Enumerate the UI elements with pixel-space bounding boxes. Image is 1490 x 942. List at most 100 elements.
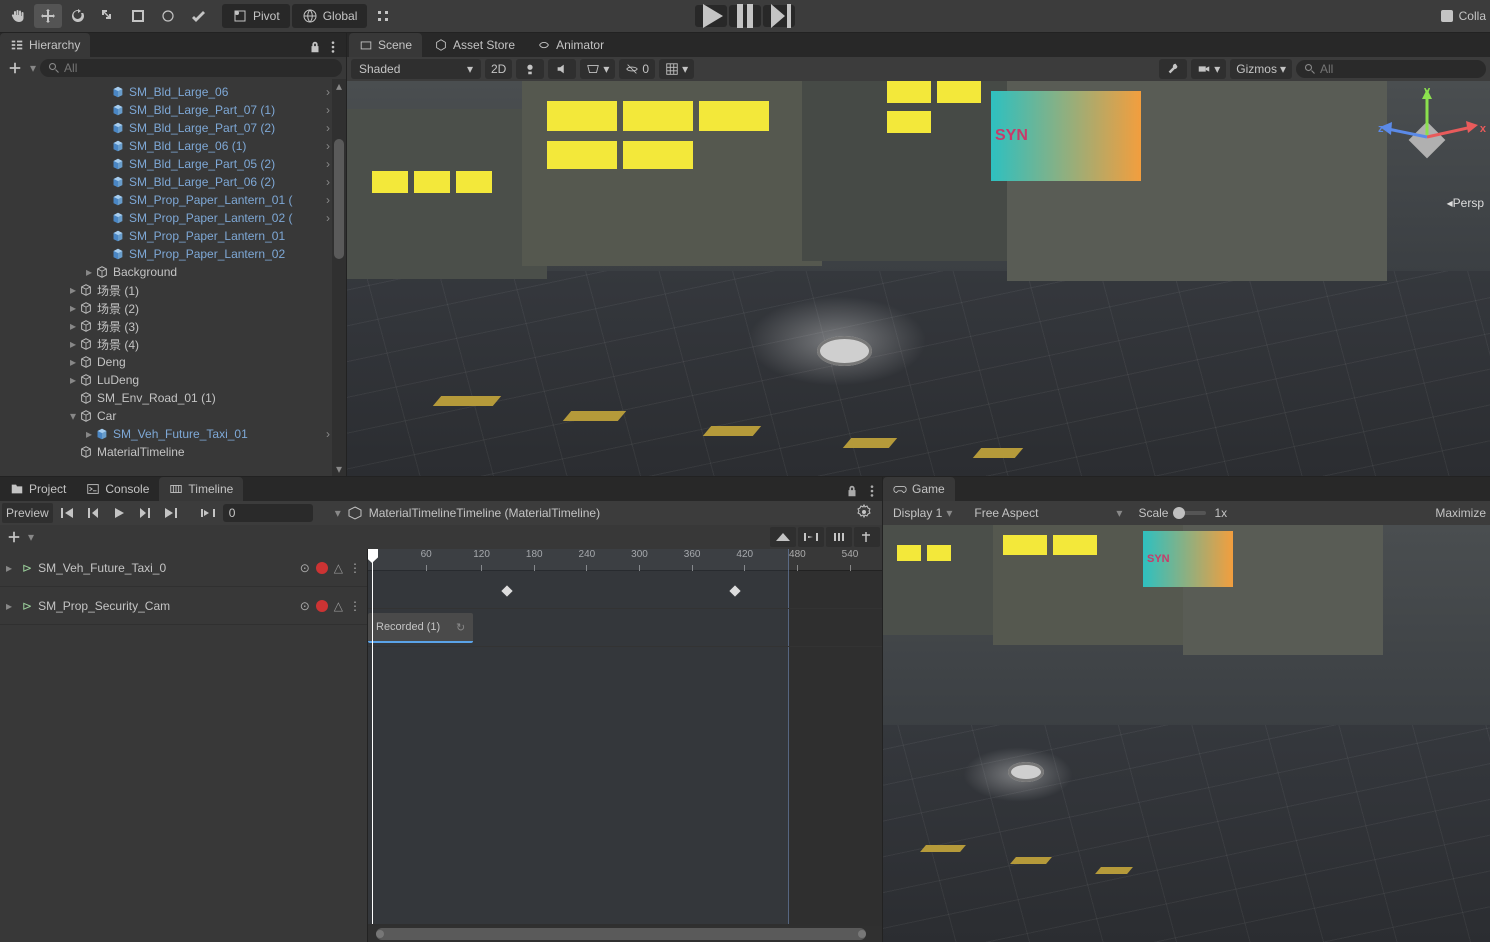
hierarchy-lock-icon[interactable] bbox=[308, 40, 322, 57]
timeline-menu-icon[interactable] bbox=[862, 481, 882, 501]
aspect-dropdown[interactable]: Free Aspect▾ bbox=[968, 503, 1130, 523]
animator-tab[interactable]: Animator bbox=[527, 33, 614, 57]
hand-tool[interactable] bbox=[4, 4, 32, 28]
hierarchy-tab[interactable]: Hierarchy bbox=[0, 33, 90, 57]
track-target-icon[interactable]: ⊙ bbox=[300, 599, 310, 613]
next-frame-button[interactable] bbox=[133, 503, 157, 523]
step-button[interactable] bbox=[763, 5, 795, 27]
edit-mode-1[interactable] bbox=[770, 527, 796, 547]
track-foldout[interactable]: ▸ bbox=[6, 599, 16, 613]
hierarchy-item[interactable]: ▸场景 (2) bbox=[0, 299, 346, 317]
animation-clip[interactable]: Recorded (1)↻ bbox=[368, 613, 473, 643]
add-track-dropdown-icon[interactable]: ▾ bbox=[28, 530, 34, 544]
custom-tool[interactable] bbox=[184, 4, 212, 28]
hierarchy-item[interactable]: ▸场景 (4) bbox=[0, 335, 346, 353]
pivot-toggle[interactable]: Pivot bbox=[222, 4, 290, 28]
pause-button[interactable] bbox=[729, 5, 761, 27]
hierarchy-item[interactable]: ▸Background bbox=[0, 263, 346, 281]
frame-input[interactable] bbox=[229, 506, 307, 520]
hierarchy-tree[interactable]: SM_Bld_Large_06›SM_Bld_Large_Part_07 (1)… bbox=[0, 79, 346, 476]
scene-tab[interactable]: Scene bbox=[349, 33, 422, 57]
edit-mode-3[interactable] bbox=[826, 527, 852, 547]
maximize-button[interactable]: Maximize bbox=[1435, 506, 1486, 520]
persp-label[interactable]: ◂Persp bbox=[1447, 196, 1484, 210]
scene-fx-toggle[interactable]: ▾ bbox=[580, 59, 615, 79]
keyframe[interactable] bbox=[729, 585, 740, 596]
rect-tool[interactable] bbox=[124, 4, 152, 28]
track-target-icon[interactable]: ⊙ bbox=[300, 561, 310, 575]
dropdown-arrow-icon[interactable]: ▾ bbox=[30, 61, 36, 75]
game-tab[interactable]: Game bbox=[883, 477, 955, 501]
add-track-button[interactable] bbox=[2, 527, 26, 547]
hierarchy-search[interactable] bbox=[40, 59, 342, 77]
record-button[interactable] bbox=[316, 600, 328, 612]
hierarchy-search-input[interactable] bbox=[64, 61, 334, 75]
collab-label[interactable]: Colla bbox=[1459, 9, 1486, 23]
prev-frame-button[interactable] bbox=[81, 503, 105, 523]
hierarchy-item[interactable]: SM_Bld_Large_Part_06 (2)› bbox=[0, 173, 346, 191]
global-toggle[interactable]: Global bbox=[292, 4, 368, 28]
hierarchy-item[interactable]: SM_Bld_Large_06› bbox=[0, 83, 346, 101]
goto-end-button[interactable] bbox=[159, 503, 183, 523]
transform-tool[interactable] bbox=[154, 4, 182, 28]
scene-viewport[interactable]: SYN y x z bbox=[347, 81, 1490, 476]
move-tool[interactable] bbox=[34, 4, 62, 28]
hierarchy-item[interactable]: ▸场景 (1) bbox=[0, 281, 346, 299]
scene-audio-toggle[interactable] bbox=[548, 59, 576, 79]
asset-store-tab[interactable]: Asset Store bbox=[424, 33, 525, 57]
track-menu-icon[interactable]: ⋮ bbox=[349, 599, 361, 613]
track-lane[interactable]: Recorded (1)↻ bbox=[368, 609, 882, 647]
track-lane[interactable] bbox=[368, 571, 882, 609]
hierarchy-item[interactable]: ▸Deng bbox=[0, 353, 346, 371]
hierarchy-menu-icon[interactable] bbox=[326, 40, 340, 57]
scene-light-toggle[interactable] bbox=[516, 59, 544, 79]
record-button[interactable] bbox=[316, 562, 328, 574]
track-curve-icon[interactable]: △ bbox=[334, 561, 343, 575]
2d-toggle[interactable]: 2D bbox=[485, 59, 512, 79]
hierarchy-scrollbar[interactable]: ▴ ▾ bbox=[332, 79, 346, 476]
hierarchy-item[interactable]: SM_Env_Road_01 (1) bbox=[0, 389, 346, 407]
scrollbar-thumb[interactable] bbox=[376, 928, 866, 940]
clip-area[interactable]: 60120180240300360420480540 Recorded (1)↻ bbox=[368, 549, 882, 942]
goto-start-button[interactable] bbox=[55, 503, 79, 523]
hierarchy-item[interactable]: SM_Bld_Large_06 (1)› bbox=[0, 137, 346, 155]
edit-mode-4[interactable] bbox=[854, 527, 880, 547]
hierarchy-item[interactable]: SM_Prop_Paper_Lantern_02 (› bbox=[0, 209, 346, 227]
hierarchy-item[interactable]: ▾Car bbox=[0, 407, 346, 425]
scale-slider[interactable] bbox=[1176, 511, 1206, 515]
hierarchy-item[interactable]: SM_Bld_Large_Part_05 (2)› bbox=[0, 155, 346, 173]
play-range-button[interactable] bbox=[195, 503, 221, 523]
scene-search-input[interactable] bbox=[1320, 62, 1478, 76]
track-menu-icon[interactable]: ⋮ bbox=[349, 561, 361, 575]
timeline-settings-icon[interactable] bbox=[856, 504, 872, 523]
scrollbar-thumb[interactable] bbox=[334, 139, 344, 259]
preview-button[interactable]: Preview bbox=[2, 503, 53, 523]
timeline-lock-icon[interactable] bbox=[842, 481, 862, 501]
track-curve-icon[interactable]: △ bbox=[334, 599, 343, 613]
console-tab[interactable]: Console bbox=[76, 477, 159, 501]
track-foldout[interactable]: ▸ bbox=[6, 561, 16, 575]
hierarchy-item[interactable]: SM_Prop_Paper_Lantern_01 bbox=[0, 227, 346, 245]
timeline-tab[interactable]: Timeline bbox=[159, 477, 243, 501]
keyframe[interactable] bbox=[501, 585, 512, 596]
project-tab[interactable]: Project bbox=[0, 477, 76, 501]
edit-mode-2[interactable] bbox=[798, 527, 824, 547]
hierarchy-item[interactable]: ▸场景 (3) bbox=[0, 317, 346, 335]
scene-tools-icon[interactable] bbox=[1159, 59, 1187, 79]
scene-hidden-toggle[interactable]: 0 bbox=[619, 59, 655, 79]
timeline-dropdown-icon[interactable]: ▾ bbox=[335, 506, 341, 520]
collab-checkbox[interactable] bbox=[1441, 10, 1453, 22]
hierarchy-item[interactable]: SM_Prop_Paper_Lantern_02 bbox=[0, 245, 346, 263]
scale-tool[interactable] bbox=[94, 4, 122, 28]
play-button[interactable] bbox=[695, 5, 727, 27]
frame-field[interactable] bbox=[223, 504, 313, 522]
rotate-tool[interactable] bbox=[64, 4, 92, 28]
hierarchy-item[interactable]: ▸LuDeng bbox=[0, 371, 346, 389]
gizmos-dropdown[interactable]: Gizmos ▾ bbox=[1230, 59, 1292, 79]
hierarchy-add-button[interactable] bbox=[4, 59, 26, 77]
display-dropdown[interactable]: Display 1 ▾ bbox=[887, 503, 960, 523]
scene-camera-icon[interactable]: ▾ bbox=[1191, 59, 1226, 79]
timeline-h-scrollbar[interactable] bbox=[368, 926, 882, 942]
hierarchy-item[interactable]: ▸SM_Veh_Future_Taxi_01› bbox=[0, 425, 346, 443]
timeline-play-button[interactable] bbox=[107, 503, 131, 523]
